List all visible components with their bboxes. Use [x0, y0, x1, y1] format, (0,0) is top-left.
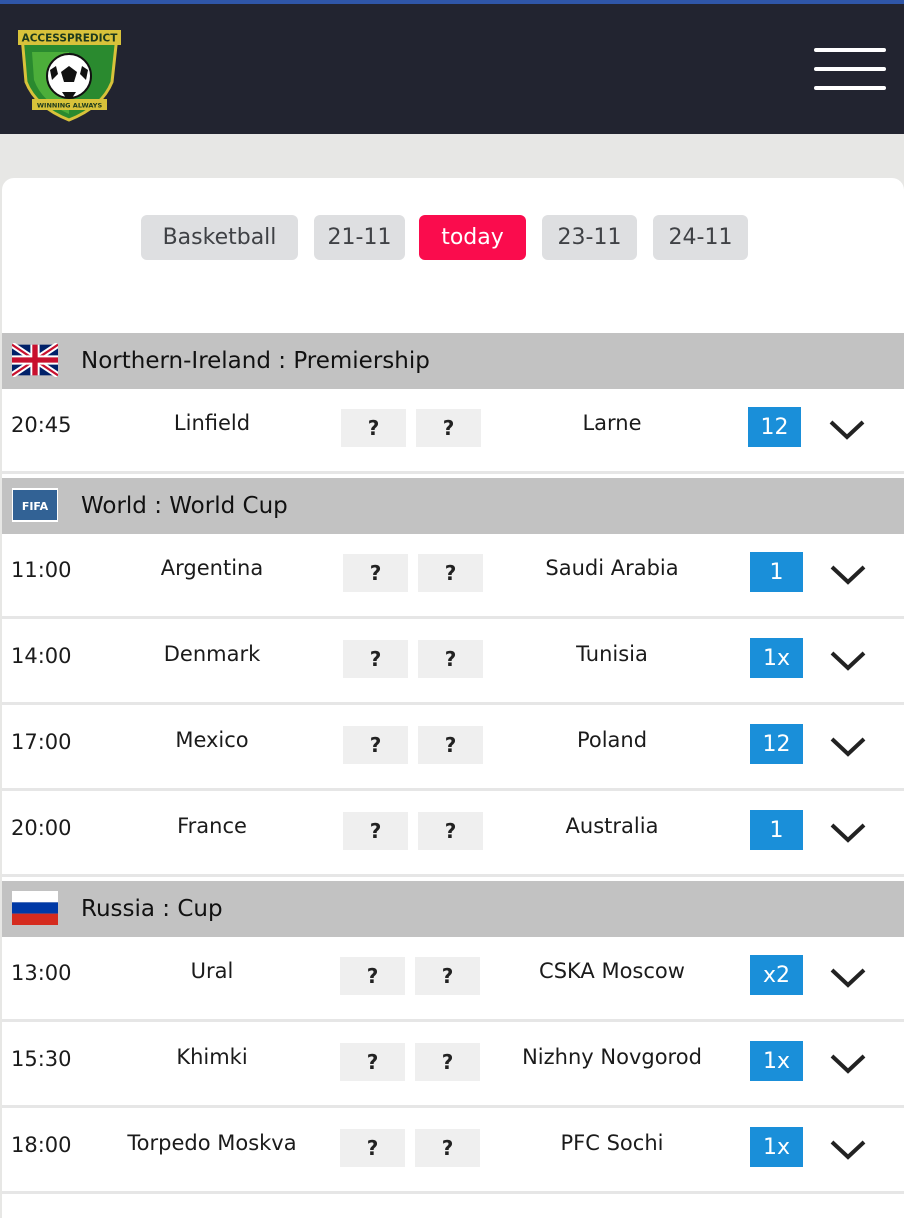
tip-badge[interactable]: 1x: [750, 1127, 803, 1167]
home-team: Ural: [190, 959, 234, 983]
tip-badge[interactable]: 1: [750, 552, 803, 592]
league-header: Russia : Cup: [2, 881, 904, 937]
match-time: 18:00: [11, 1133, 72, 1157]
away-team: Poland: [576, 728, 648, 752]
chevron-down-icon[interactable]: [828, 734, 868, 760]
match-row[interactable]: 13:00 Ural ? ? CSKA Moscow x2: [2, 937, 904, 1022]
tip-badge[interactable]: 1x: [750, 1041, 803, 1081]
match-row[interactable]: 15:30 Khimki ? ? Nizhny Novgorod 1x: [2, 1023, 904, 1108]
league-name: Northern-Ireland : Premiership: [81, 348, 430, 374]
chevron-down-icon[interactable]: [828, 965, 868, 991]
away-score: ?: [418, 812, 483, 850]
match-time: 14:00: [11, 644, 72, 668]
match-time: 13:00: [11, 961, 72, 985]
home-team: Linfield: [173, 411, 251, 435]
russia-flag-icon: [12, 891, 58, 925]
chevron-down-icon[interactable]: [828, 820, 868, 846]
home-team: Khimki: [176, 1045, 248, 1069]
tip-badge[interactable]: 12: [750, 724, 803, 764]
match-row[interactable]: 14:00 Denmark ? ? Tunisia 1x: [2, 620, 904, 705]
tab-today[interactable]: today: [419, 215, 526, 260]
site-header: ACCESSPREDICT WINNING ALWAYS: [0, 4, 904, 134]
league-header: Northern-Ireland : Premiership: [2, 333, 904, 389]
tab-basketball[interactable]: Basketball: [141, 215, 298, 260]
date-tabs: Basketball 21-11 today 23-11 24-11: [2, 215, 904, 260]
home-score: ?: [343, 640, 408, 678]
home-team: Argentina: [160, 556, 264, 580]
tab-21-11[interactable]: 21-11: [314, 215, 405, 260]
tip-badge[interactable]: 12: [748, 407, 801, 447]
chevron-down-icon[interactable]: [828, 1137, 868, 1163]
match-row[interactable]: 20:00 France ? ? Australia 1: [2, 792, 904, 877]
home-score: ?: [343, 726, 408, 764]
uk-flag-icon: [12, 343, 58, 377]
tip-badge[interactable]: 1x: [750, 638, 803, 678]
home-score: ?: [340, 1043, 405, 1081]
away-team: Saudi Arabia: [545, 556, 679, 580]
chevron-down-icon[interactable]: [827, 417, 867, 443]
away-score: ?: [418, 554, 483, 592]
match-time: 20:00: [11, 816, 72, 840]
away-team: Larne: [582, 411, 642, 435]
tip-badge[interactable]: x2: [750, 955, 803, 995]
match-time: 20:45: [11, 413, 72, 437]
predictions-card: Basketball 21-11 today 23-11 24-11 North…: [2, 178, 904, 1218]
logo-tagline: WINNING ALWAYS: [37, 102, 103, 110]
logo-title: ACCESSPREDICT: [22, 33, 119, 45]
chevron-down-icon[interactable]: [828, 1051, 868, 1077]
away-team: Australia: [565, 814, 659, 838]
tab-23-11[interactable]: 23-11: [542, 215, 637, 260]
league-name: Russia : Cup: [81, 896, 223, 922]
away-score: ?: [415, 1043, 480, 1081]
match-row[interactable]: 20:45 Linfield ? ? Larne 12: [2, 389, 904, 474]
away-score: ?: [416, 409, 481, 447]
away-team: PFC Sochi: [560, 1131, 664, 1155]
match-time: 15:30: [11, 1047, 72, 1071]
home-score: ?: [340, 1129, 405, 1167]
chevron-down-icon[interactable]: [828, 562, 868, 588]
match-row[interactable]: 17:00 Mexico ? ? Poland 12: [2, 706, 904, 791]
accesspredict-logo[interactable]: ACCESSPREDICT WINNING ALWAYS: [12, 22, 127, 122]
fifa-logo-icon: FIFA: [12, 488, 58, 522]
home-score: ?: [341, 409, 406, 447]
away-score: ?: [415, 957, 480, 995]
match-time: 11:00: [11, 558, 72, 582]
away-score: ?: [418, 640, 483, 678]
away-score: ?: [415, 1129, 480, 1167]
tab-24-11[interactable]: 24-11: [653, 215, 748, 260]
home-team: France: [177, 814, 247, 838]
away-team: Tunisia: [576, 642, 648, 666]
fifa-text: FIFA: [22, 500, 49, 513]
home-score: ?: [340, 957, 405, 995]
home-team: Torpedo Moskva: [127, 1131, 297, 1155]
match-time: 17:00: [11, 730, 72, 754]
league-name: World : World Cup: [81, 493, 288, 519]
hamburger-menu-icon[interactable]: [814, 48, 886, 94]
home-team: Mexico: [175, 728, 249, 752]
chevron-down-icon[interactable]: [828, 648, 868, 674]
match-row[interactable]: 18:00 Torpedo Moskva ? ? PFC Sochi 1x: [2, 1109, 904, 1194]
home-score: ?: [343, 812, 408, 850]
home-team: Denmark: [163, 642, 261, 666]
away-score: ?: [418, 726, 483, 764]
tip-badge[interactable]: 1: [750, 810, 803, 850]
match-row[interactable]: 11:00 Argentina ? ? Saudi Arabia 1: [2, 534, 904, 619]
home-score: ?: [343, 554, 408, 592]
away-team: Nizhny Novgorod: [522, 1045, 702, 1069]
away-team: CSKA Moscow: [539, 959, 685, 983]
league-header: FIFA World : World Cup: [2, 478, 904, 534]
